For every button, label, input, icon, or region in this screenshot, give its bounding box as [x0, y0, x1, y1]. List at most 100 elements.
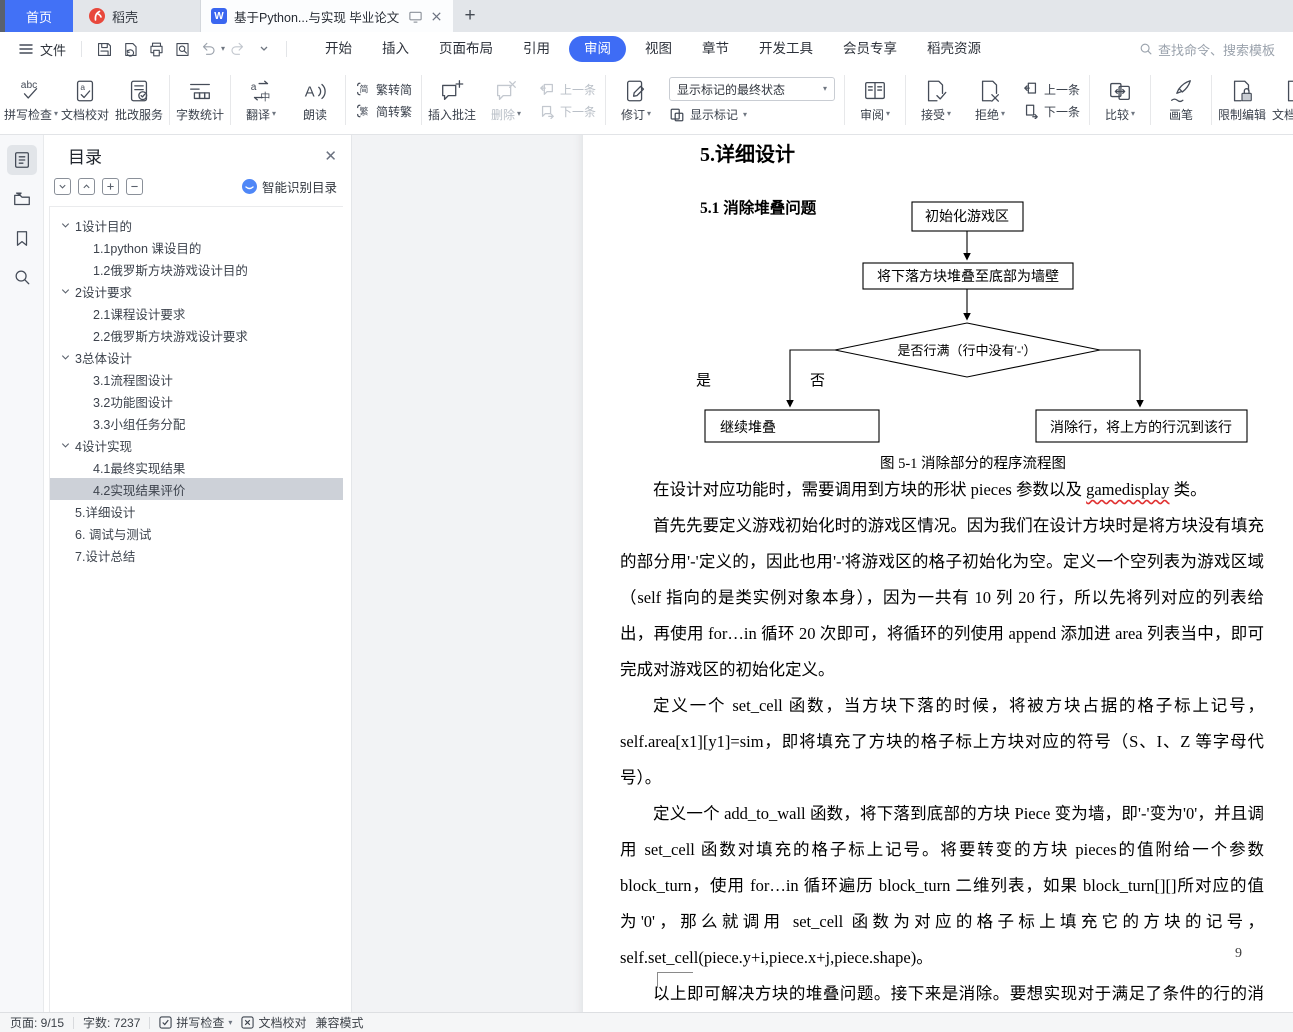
toc-item[interactable]: 1.2俄罗斯方块游戏设计目的 [50, 258, 343, 280]
toc-item[interactable]: 6. 调试与测试 [50, 522, 343, 544]
print-preview-button[interactable] [169, 37, 195, 61]
toc-item[interactable]: 4.1最终实现结果 [50, 456, 343, 478]
trad-to-simp-button[interactable]: 简 繁转简 [355, 81, 412, 98]
page-indicator[interactable]: 页面: 9/15 [10, 1014, 64, 1031]
toc-item[interactable]: 2.2俄罗斯方块游戏设计要求 [50, 324, 343, 346]
bookmark-panel-button[interactable] [7, 223, 37, 253]
undo-button[interactable] [195, 37, 221, 61]
tab-start[interactable]: 开始 [310, 36, 367, 62]
brush-icon [1171, 79, 1191, 102]
writer-doc-icon: W [211, 8, 227, 24]
restrict-edit-button[interactable]: 限制编辑 [1215, 75, 1269, 126]
prev-comment-button[interactable]: 上一条 [539, 81, 596, 98]
brush-button[interactable]: 画笔 [1154, 75, 1208, 126]
redo-button[interactable] [225, 37, 251, 61]
flow-node-clear-label: 消除行，将上方的行沉到该行 [1050, 420, 1232, 436]
tab-member[interactable]: 会员专享 [828, 36, 912, 62]
file-menu-label: 文件 [40, 42, 67, 58]
toc-title: 目录 [68, 148, 102, 167]
tab-docer-resources[interactable]: 稻壳资源 [912, 36, 996, 62]
new-tab-button[interactable]: + [453, 0, 487, 32]
undo-icon [202, 42, 215, 55]
divider [230, 75, 231, 125]
tab-view[interactable]: 视图 [630, 36, 687, 62]
next-comment-button[interactable]: 下一条 [539, 103, 596, 120]
insert-comment-button[interactable]: 插入批注 [425, 75, 479, 126]
status-doc-proof[interactable]: 文档校对 [241, 1014, 306, 1031]
toc-item[interactable]: 3.1流程图设计 [50, 368, 343, 390]
review-button[interactable]: 审阅 ▾ [848, 75, 902, 126]
toc-item[interactable]: 2设计要求 [50, 280, 343, 302]
expand-level-button[interactable] [102, 178, 119, 195]
find-panel-button[interactable] [7, 262, 37, 292]
divider [345, 75, 346, 125]
expand-all-button[interactable] [54, 178, 71, 195]
tab-docer[interactable]: 稻壳 [73, 0, 201, 32]
read-aloud-button[interactable]: A 朗读 [288, 75, 342, 126]
delete-comment-button[interactable]: 删除 ▾ [479, 75, 533, 126]
outline-panel-button[interactable] [6, 145, 37, 175]
compat-mode-label[interactable]: 兼容模式 [315, 1014, 363, 1031]
toc-item[interactable]: 1设计目的 [50, 214, 343, 236]
spell-check-button[interactable]: abc 拼写检查 ▾ [4, 75, 58, 126]
file-menu-button[interactable]: 文件 [12, 40, 72, 59]
word-count-indicator[interactable]: 字数: 7237 [83, 1014, 140, 1031]
close-toc-icon[interactable]: ✕ [324, 147, 337, 165]
toc-item[interactable]: 1.1python 课设目的 [50, 236, 343, 258]
compare-button[interactable]: 比较 ▾ [1093, 75, 1147, 126]
collapse-level-button[interactable] [126, 178, 143, 195]
simp-to-trad-button[interactable]: 繁 简转繁 [355, 103, 412, 120]
translate-button[interactable]: a中 翻译 ▾ [234, 75, 288, 126]
document-page[interactable]: 5.详细设计 5.1 消除堆叠问题 初始化游戏区 将下落方块堆叠至底部为墙壁 是… [583, 135, 1293, 1012]
toc-item[interactable]: 7.设计总结 [50, 544, 343, 566]
grading-service-button[interactable]: 批改服务 [112, 75, 166, 126]
tab-references[interactable]: 引用 [508, 36, 565, 62]
toc-item[interactable]: 3.2功能图设计 [50, 390, 343, 412]
close-tab-icon[interactable] [430, 10, 443, 23]
trad-char-icon: 繁 [357, 104, 368, 118]
tab-page-layout[interactable]: 页面布局 [424, 36, 508, 62]
chapter-nav-button[interactable] [7, 184, 37, 214]
tab-insert[interactable]: 插入 [367, 36, 424, 62]
command-search[interactable]: 查找命令、搜索模板 [1139, 40, 1281, 59]
toc-item[interactable]: 3总体设计 [50, 346, 343, 368]
accept-button[interactable]: 接受 ▾ [909, 75, 963, 126]
doc-permission-button[interactable]: 文档权限 [1269, 75, 1293, 126]
tab-review[interactable]: 审阅 [569, 36, 627, 62]
save-button[interactable] [91, 37, 117, 61]
flow-cond-label: 是否行满（行中没有'-'） [897, 343, 1036, 358]
document-body[interactable]: 在设计对应功能时，需要调用到方块的形状 pieces 参数以及 gamedisp… [620, 472, 1264, 1012]
prev-revision-button[interactable]: 上一条 [1023, 81, 1080, 98]
divider [169, 75, 170, 125]
paragraph: 首先先要定义游戏初始化时的游戏区情况。因为我们在设计方块时是将方块没有填充的部分… [620, 516, 1264, 679]
export-button[interactable] [117, 37, 143, 61]
tab-section[interactable]: 章节 [687, 36, 744, 62]
doc-proof-button[interactable]: a 文档校对 [58, 75, 112, 126]
tab-dev-tools[interactable]: 开发工具 [744, 36, 828, 62]
toc-item[interactable]: 2.1课程设计要求 [50, 302, 343, 324]
status-spell-check[interactable]: 拼写检查 ▾ [159, 1014, 232, 1031]
tab-home[interactable]: 首页 [5, 0, 73, 32]
tab-document[interactable]: W 基于Python...与实现 毕业论文 [201, 0, 453, 32]
show-marks-button[interactable]: 显示标记 ▾ [669, 106, 835, 123]
document-canvas[interactable]: 5.详细设计 5.1 消除堆叠问题 初始化游戏区 将下落方块堆叠至底部为墙壁 是… [352, 135, 1293, 1012]
screen-share-icon[interactable] [408, 9, 423, 24]
smart-toc-button[interactable]: 智能识别目录 [241, 177, 337, 196]
new-tab-label: + [464, 5, 476, 26]
paragraph: 定义一个 add_to_wall 函数，将下落到底部的方块 Piece 变为墙，… [620, 804, 1264, 967]
print-button[interactable] [143, 37, 169, 61]
toc-item[interactable]: 4设计实现 [50, 434, 343, 456]
margin-corner-mark [657, 972, 693, 988]
toc-item[interactable]: 5.详细设计 [50, 500, 343, 522]
toc-item-selected[interactable]: 4.2实现结果评价 [50, 478, 343, 500]
toc-item[interactable]: 3.3小组任务分配 [50, 412, 343, 434]
revise-button[interactable]: 修订 ▾ [609, 75, 663, 126]
svg-text:a: a [251, 82, 257, 93]
word-count-button[interactable]: 字数统计 [173, 75, 227, 126]
toolbar-options-button[interactable] [251, 37, 277, 61]
paragraph: 定义一个 set_cell 函数，当方块下落的时候，将被方块占据的格子标上记号，… [620, 696, 1264, 787]
marks-state-dropdown[interactable]: 显示标记的最终状态 ▾ [669, 77, 836, 101]
reject-button[interactable]: 拒绝 ▾ [963, 75, 1017, 126]
next-revision-button[interactable]: 下一条 [1023, 103, 1080, 120]
collapse-all-button[interactable] [78, 178, 95, 195]
